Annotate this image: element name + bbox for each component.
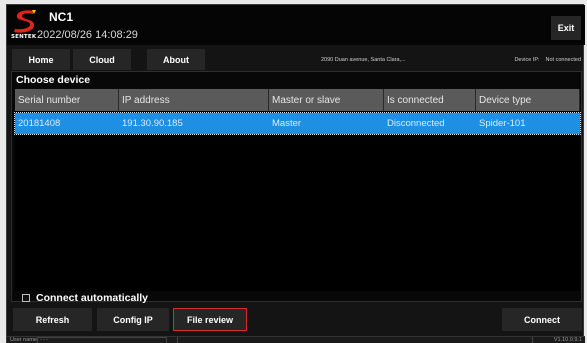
column-header-serial-number[interactable]: Serial number <box>15 89 119 111</box>
connect-automatically-toggle[interactable]: Connect automatically <box>22 292 148 304</box>
cell-master-or-slave: Master <box>272 118 302 129</box>
file-review-button[interactable]: File review <box>173 308 247 331</box>
status-bar: User name: - - - V1.10.0.9.1 <box>7 336 585 343</box>
nav-bar: Home Cloud About 2090 Duan avenue, Santa… <box>7 49 585 71</box>
brand-text: SENTEK <box>11 34 37 40</box>
device-table: Serial number IP address Master or slave… <box>14 89 581 291</box>
table-header: Serial number IP address Master or slave… <box>15 89 580 111</box>
location-address: 2090 Duan avenue, Santa Clara,... <box>321 57 406 63</box>
checkbox-icon[interactable] <box>22 294 30 302</box>
device-ip-label: Device IP: <box>514 57 540 63</box>
column-header-ip-address[interactable]: IP address <box>119 89 269 111</box>
column-header-is-connected[interactable]: Is connected <box>384 89 476 111</box>
device-ip-value: Not connected <box>545 57 581 63</box>
tab-about[interactable]: About <box>147 49 205 70</box>
cell-ip-address: 191.30.90.185 <box>122 118 183 129</box>
cell-device-type: Spider-101 <box>479 118 526 129</box>
cell-is-connected: Disconnected <box>387 118 445 129</box>
app-name: NC1 <box>49 10 74 24</box>
panel-title: Choose device <box>16 74 91 86</box>
tab-home[interactable]: Home <box>12 49 70 70</box>
table-row[interactable]: 20181408 191.30.90.185 Master Disconnect… <box>14 112 581 135</box>
column-header-master-or-slave[interactable]: Master or slave <box>269 89 384 111</box>
sentek-s-logo-icon <box>14 10 36 33</box>
cell-serial-number: 20181408 <box>18 118 61 129</box>
exit-button[interactable]: Exit <box>551 16 581 40</box>
tab-cloud[interactable]: Cloud <box>73 49 131 70</box>
title-bar: SENTEK NC1 2022/08/26 14:08:29 Exit <box>7 5 585 45</box>
app-window: SENTEK NC1 2022/08/26 14:08:29 Exit Home… <box>6 4 585 343</box>
connect-automatically-label: Connect automatically <box>36 292 149 304</box>
user-name-label: User name: <box>10 337 39 343</box>
status-divider <box>532 337 533 343</box>
connect-button[interactable]: Connect <box>502 308 582 331</box>
user-name-value: - - - <box>37 337 167 343</box>
column-header-device-type[interactable]: Device type <box>476 89 580 111</box>
version-text: V1.10.0.9.1 <box>553 337 582 343</box>
choose-device-panel: Choose device Serial number IP address M… <box>11 71 582 302</box>
refresh-button[interactable]: Refresh <box>13 308 92 331</box>
datetime: 2022/08/26 14:08:29 <box>37 29 138 41</box>
config-ip-button[interactable]: Config IP <box>97 308 169 331</box>
device-ip-status: Device IP: Not connected <box>514 57 581 63</box>
status-divider <box>177 337 178 343</box>
